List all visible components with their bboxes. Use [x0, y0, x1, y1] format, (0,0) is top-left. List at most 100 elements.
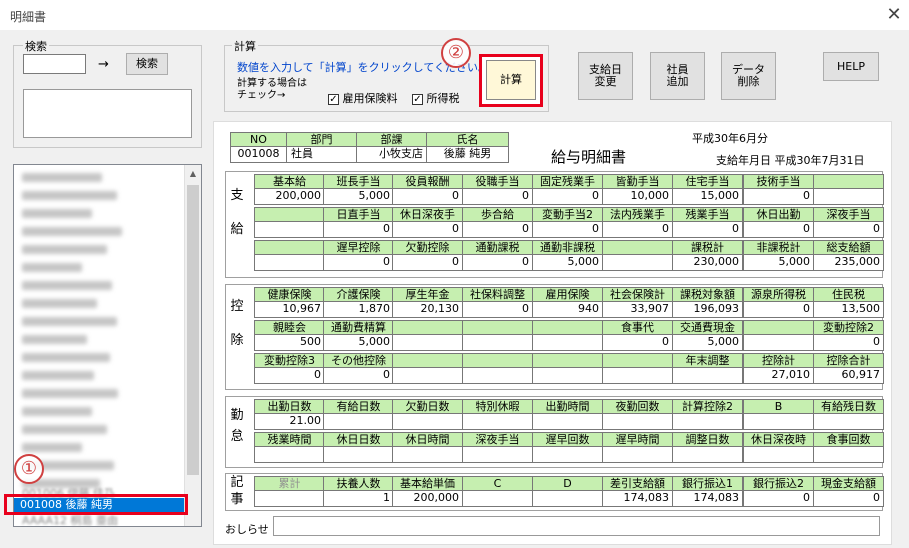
value-field[interactable]: 0 [743, 301, 814, 318]
value-field[interactable] [602, 254, 673, 271]
value-field[interactable] [813, 446, 884, 463]
value-field[interactable]: 0 [392, 221, 463, 238]
value-field[interactable]: 5,000 [743, 254, 814, 271]
value-field[interactable]: 196,093 [672, 301, 743, 318]
value-field[interactable] [392, 334, 463, 351]
value-field[interactable]: 200,000 [392, 490, 463, 507]
value-field[interactable]: 0 [323, 221, 394, 238]
value-field[interactable]: 0 [462, 188, 533, 205]
value-field[interactable] [462, 446, 533, 463]
value-field[interactable]: 0 [743, 490, 814, 507]
value-field[interactable]: 5,000 [323, 188, 394, 205]
value-field[interactable]: 20,130 [392, 301, 463, 318]
value-field[interactable] [813, 413, 884, 430]
value-field[interactable]: 200,000 [254, 188, 325, 205]
value-field[interactable]: 174,083 [602, 490, 673, 507]
value-field[interactable] [323, 446, 394, 463]
value-field[interactable] [462, 367, 533, 384]
value-field[interactable]: 0 [532, 188, 603, 205]
value-field[interactable] [323, 413, 394, 430]
scroll-thumb[interactable] [187, 185, 199, 475]
value-field[interactable] [392, 367, 463, 384]
value-field[interactable]: 0 [462, 301, 533, 318]
pay-date-change-button[interactable]: 支給日 変更 [578, 52, 633, 100]
search-button[interactable]: 検索 [126, 53, 168, 75]
value-field[interactable]: 0 [813, 221, 884, 238]
section-value[interactable]: 小牧支店 [356, 146, 427, 163]
search-input[interactable] [23, 54, 86, 74]
delete-data-button[interactable]: データ 削除 [721, 52, 776, 100]
calc-button[interactable]: 計算 [486, 60, 536, 100]
value-field[interactable] [813, 188, 884, 205]
value-field[interactable] [672, 367, 743, 384]
value-field[interactable] [672, 446, 743, 463]
value-field[interactable]: 0 [813, 490, 884, 507]
value-field[interactable]: 5,000 [323, 334, 394, 351]
value-field[interactable] [532, 367, 603, 384]
value-field[interactable]: 0 [462, 221, 533, 238]
value-field[interactable] [254, 254, 325, 271]
value-field[interactable]: 0 [743, 188, 814, 205]
value-field[interactable] [254, 221, 325, 238]
value-field[interactable]: 0 [323, 367, 394, 384]
value-field[interactable]: 0 [532, 221, 603, 238]
value-field[interactable] [462, 334, 533, 351]
scroll-up-icon[interactable]: ▲ [185, 169, 201, 178]
value-field[interactable]: 0 [392, 254, 463, 271]
value-field[interactable] [602, 367, 673, 384]
value-field[interactable]: 230,000 [672, 254, 743, 271]
list-scrollbar[interactable]: ▲ [184, 165, 201, 526]
koyo-checkbox[interactable]: ✓ [328, 93, 339, 105]
add-employee-button[interactable]: 社員 追加 [650, 52, 705, 100]
value-field[interactable]: 0 [602, 221, 673, 238]
value-field[interactable] [532, 490, 603, 507]
value-field[interactable]: 1 [323, 490, 394, 507]
empty-label [462, 353, 533, 368]
value-field[interactable] [602, 413, 673, 430]
no-value[interactable]: 001008 [230, 146, 287, 163]
value-field[interactable]: 5,000 [672, 334, 743, 351]
value-field[interactable] [532, 446, 603, 463]
value-field[interactable] [532, 334, 603, 351]
shotoku-checkbox[interactable]: ✓ [412, 93, 423, 105]
value-field[interactable]: 60,917 [813, 367, 884, 384]
value-field[interactable]: 15,000 [672, 188, 743, 205]
notice-input[interactable] [273, 516, 880, 536]
value-field[interactable]: 27,010 [743, 367, 814, 384]
value-field[interactable]: 10,967 [254, 301, 325, 318]
value-field[interactable]: 13,500 [813, 301, 884, 318]
value-field[interactable] [602, 446, 673, 463]
value-field[interactable]: 21.00 [254, 413, 325, 430]
value-field[interactable]: 0 [672, 221, 743, 238]
value-field[interactable]: 1,870 [323, 301, 394, 318]
value-field[interactable] [392, 446, 463, 463]
value-field[interactable] [672, 413, 743, 430]
value-field[interactable] [462, 490, 533, 507]
help-button[interactable]: HELP [823, 52, 879, 81]
value-field[interactable]: 500 [254, 334, 325, 351]
value-field[interactable] [743, 446, 814, 463]
value-field[interactable] [532, 413, 603, 430]
value-field[interactable] [254, 446, 325, 463]
value-field[interactable]: 235,000 [813, 254, 884, 271]
value-field[interactable]: 0 [392, 188, 463, 205]
value-field[interactable] [462, 413, 533, 430]
value-field[interactable]: 174,083 [672, 490, 743, 507]
value-field[interactable]: 5,000 [532, 254, 603, 271]
value-field[interactable]: 0 [254, 367, 325, 384]
value-field[interactable]: 0 [743, 221, 814, 238]
value-field[interactable] [743, 413, 814, 430]
dept-value[interactable]: 社員 [286, 146, 357, 163]
close-icon[interactable]: ✕ [884, 4, 904, 25]
value-field[interactable]: 0 [602, 334, 673, 351]
value-field[interactable]: 0 [323, 254, 394, 271]
value-field[interactable] [392, 413, 463, 430]
value-field[interactable]: 0 [462, 254, 533, 271]
name-value[interactable]: 後藤 純男 [426, 146, 509, 163]
value-field[interactable]: 10,000 [602, 188, 673, 205]
value-field[interactable] [254, 490, 325, 507]
value-field[interactable] [743, 334, 814, 351]
value-field[interactable]: 0 [813, 334, 884, 351]
value-field[interactable]: 940 [532, 301, 603, 318]
value-field[interactable]: 33,907 [602, 301, 673, 318]
